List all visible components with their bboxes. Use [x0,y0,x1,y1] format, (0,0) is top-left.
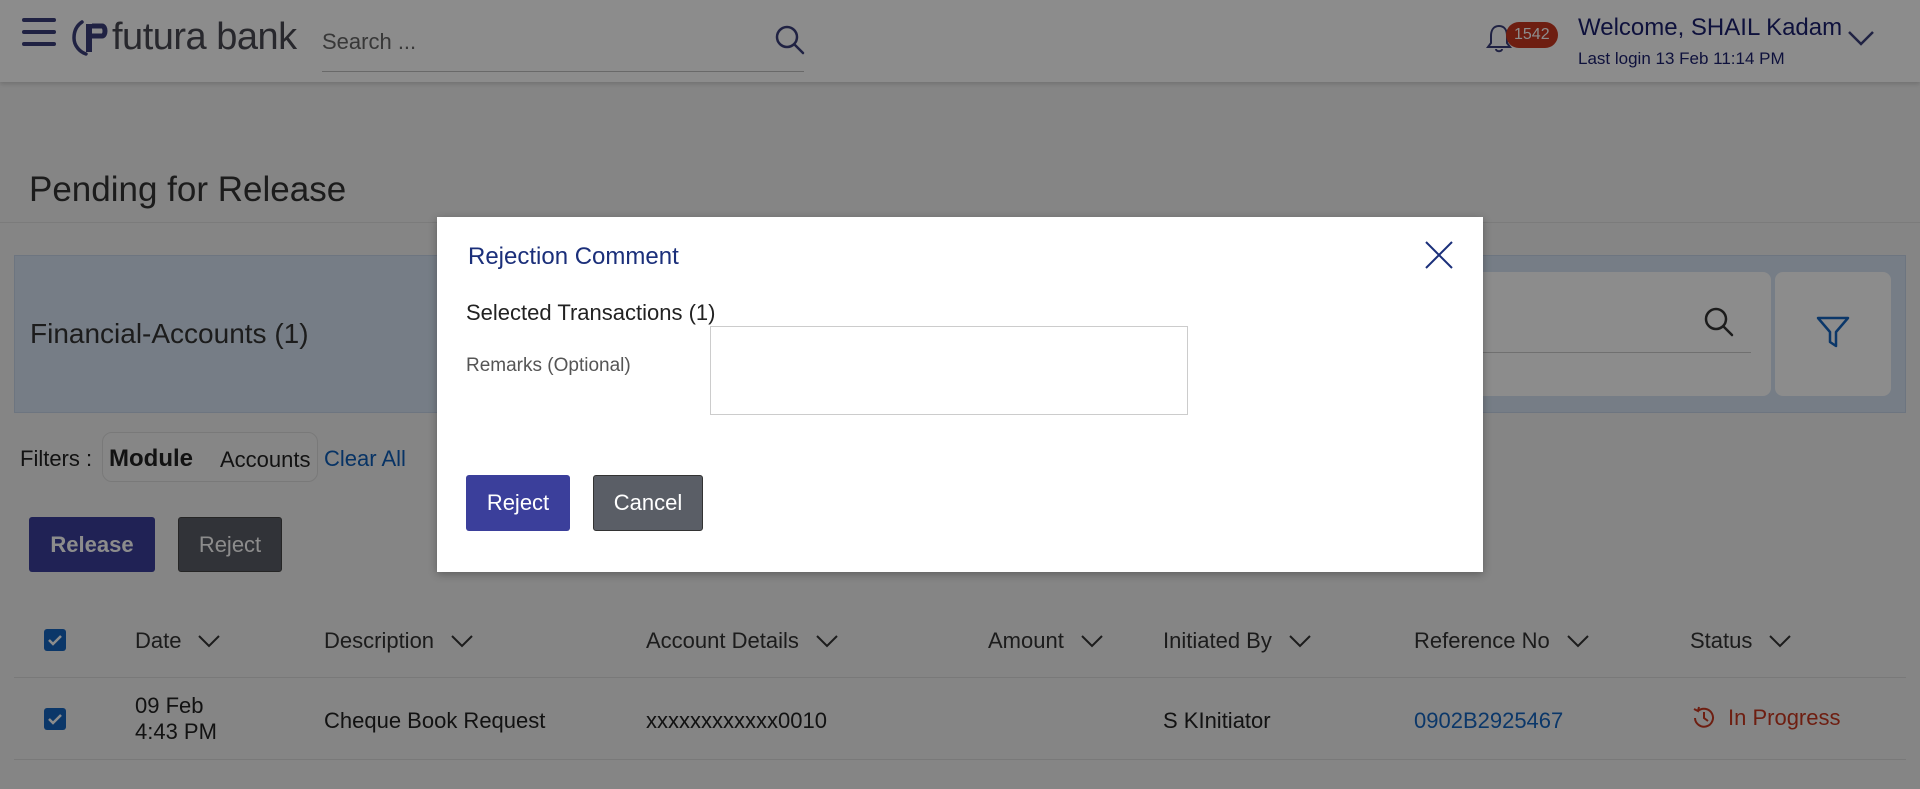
dialog-reject-button[interactable]: Reject [466,475,570,531]
dialog-cancel-button[interactable]: Cancel [593,475,703,531]
remarks-textarea[interactable] [710,326,1188,415]
selected-transactions-label: Selected Transactions (1) [466,300,716,325]
remarks-label: Remarks (Optional) [466,355,631,376]
rejection-dialog: Rejection Comment Selected Transactions … [437,217,1483,572]
close-icon[interactable] [1423,239,1455,271]
dialog-title: Rejection Comment [468,243,679,270]
